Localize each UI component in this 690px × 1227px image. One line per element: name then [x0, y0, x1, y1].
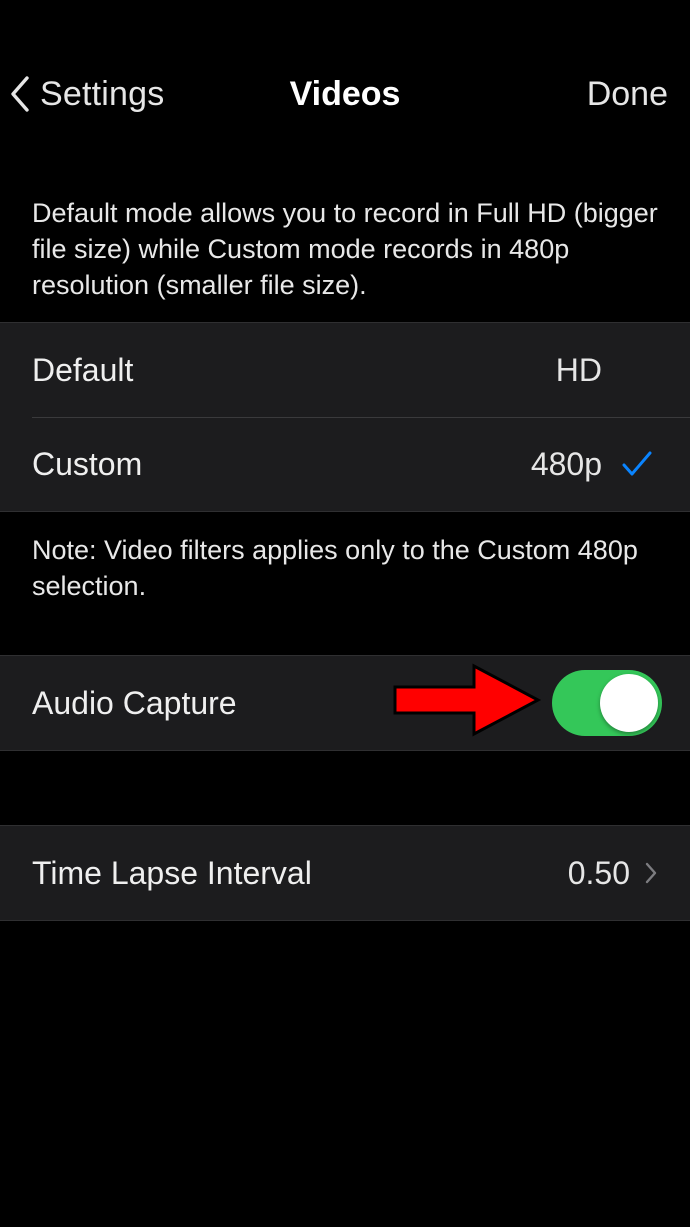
time-lapse-group: Time Lapse Interval 0.50 — [0, 825, 690, 921]
audio-capture-row: Audio Capture — [0, 656, 690, 750]
chevron-right-icon — [645, 862, 657, 884]
toggle-knob — [600, 674, 658, 732]
back-button-label: Settings — [40, 74, 165, 113]
done-button[interactable]: Done — [587, 70, 668, 118]
navigation-bar: Settings Videos Done — [0, 0, 690, 190]
mode-label-default: Default — [32, 351, 134, 388]
chevron-left-icon — [11, 76, 29, 112]
time-lapse-label: Time Lapse Interval — [32, 854, 312, 891]
mode-value-default: HD — [555, 351, 602, 388]
filters-note: Note: Video filters applies only to the … — [32, 535, 638, 601]
mode-description: Default mode allows you to record in Ful… — [32, 198, 658, 300]
audio-capture-group: Audio Capture — [0, 655, 690, 751]
mode-value-custom: 480p — [530, 445, 602, 482]
mode-row-default[interactable]: Default HD — [0, 323, 690, 417]
checkmark-icon — [622, 451, 652, 476]
back-button[interactable]: Settings — [10, 70, 164, 118]
audio-capture-label: Audio Capture — [32, 684, 237, 721]
mode-row-custom[interactable]: Custom 480p — [0, 417, 690, 511]
red-arrow-icon — [393, 663, 542, 737]
video-mode-list: Default HD Custom 480p — [0, 322, 690, 512]
audio-capture-toggle[interactable] — [552, 670, 662, 736]
time-lapse-value: 0.50 — [567, 854, 630, 891]
mode-label-custom: Custom — [32, 445, 143, 482]
time-lapse-row[interactable]: Time Lapse Interval 0.50 — [0, 826, 690, 920]
